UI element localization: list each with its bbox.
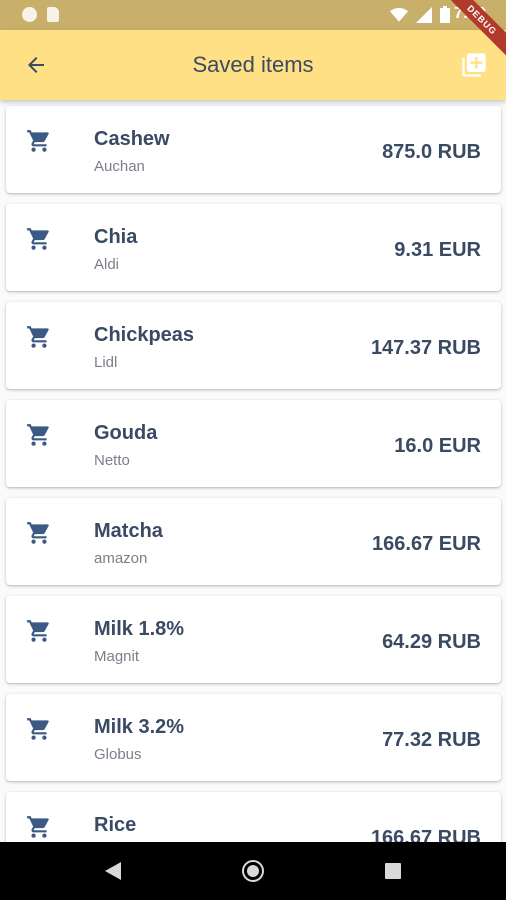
item-store: Lidl xyxy=(94,354,118,371)
signal-icon xyxy=(416,6,432,23)
item-price: 147.37 RUB xyxy=(370,337,481,359)
nav-home-icon xyxy=(242,860,264,882)
status-bar: 7:59 xyxy=(0,0,506,30)
status-notifications xyxy=(22,7,59,22)
shopping-cart-icon xyxy=(27,620,49,642)
item-name: Milk 3.2% xyxy=(94,716,185,738)
battery-icon xyxy=(440,6,450,23)
item-name: Cashew xyxy=(94,128,170,150)
add-item-button[interactable] xyxy=(456,47,492,83)
back-button[interactable] xyxy=(18,47,54,83)
item-store: Netto xyxy=(94,452,130,469)
item-store: Auchan xyxy=(94,158,145,175)
item-name: Chia xyxy=(94,226,138,248)
shopping-cart-icon xyxy=(27,130,49,152)
page-title: Saved items xyxy=(192,52,314,77)
shopping-cart-icon xyxy=(27,718,49,740)
library-add-icon xyxy=(462,53,486,77)
status-indicators xyxy=(390,6,450,23)
item-price: 77.32 RUB xyxy=(382,729,481,751)
item-name: Chickpeas xyxy=(94,324,195,346)
saved-items-list[interactable]: Cashew Auchan 875.0 RUB Chia Aldi 9.31 E… xyxy=(0,100,506,842)
notification-icon xyxy=(22,7,37,22)
shopping-cart-icon xyxy=(27,424,49,446)
shopping-cart-icon xyxy=(27,228,49,250)
list-item[interactable]: Matcha amazon 166.67 EUR xyxy=(6,498,501,585)
list-item[interactable]: Milk 1.8% Magnit 64.29 RUB xyxy=(6,596,501,683)
item-price: 166.67 EUR xyxy=(372,533,481,555)
item-price: 64.29 RUB xyxy=(382,631,481,653)
item-name: Milk 1.8% xyxy=(94,618,185,640)
navigation-bar xyxy=(0,842,506,900)
item-store: Globus xyxy=(94,746,142,763)
nav-home-button[interactable] xyxy=(238,856,268,886)
item-store: Aldi xyxy=(94,256,120,273)
nav-back-icon xyxy=(105,862,121,880)
nav-recents-button[interactable] xyxy=(378,856,408,886)
list-item[interactable]: Chia Aldi 9.31 EUR xyxy=(6,204,501,291)
arrow-back-icon xyxy=(28,57,44,73)
shopping-cart-icon xyxy=(27,326,49,348)
item-price: 16.0 EUR xyxy=(394,435,481,457)
list-item[interactable]: Gouda Netto 16.0 EUR xyxy=(6,400,501,487)
list-item[interactable]: Cashew Auchan 875.0 RUB xyxy=(6,106,501,193)
item-price: 166.67 RUB xyxy=(370,827,481,842)
item-store: amazon xyxy=(94,550,148,567)
wifi-icon xyxy=(390,7,408,22)
item-name: Gouda xyxy=(94,422,158,444)
item-name: Matcha xyxy=(94,520,163,542)
nav-recents-icon xyxy=(385,863,401,879)
item-name: Rice xyxy=(94,814,137,836)
sd-card-icon xyxy=(47,7,59,22)
shopping-cart-icon xyxy=(27,522,49,544)
app-bar: Saved items xyxy=(0,30,506,100)
list-item[interactable]: Milk 3.2% Globus 77.32 RUB xyxy=(6,694,501,781)
item-price: 875.0 RUB xyxy=(382,141,481,163)
item-store: Magnit xyxy=(94,648,140,665)
shopping-cart-icon xyxy=(27,816,49,838)
nav-back-button[interactable] xyxy=(98,856,128,886)
list-item[interactable]: Rice 166.67 RUB xyxy=(6,792,501,842)
item-price: 9.31 EUR xyxy=(394,239,481,261)
list-item[interactable]: Chickpeas Lidl 147.37 RUB xyxy=(6,302,501,389)
